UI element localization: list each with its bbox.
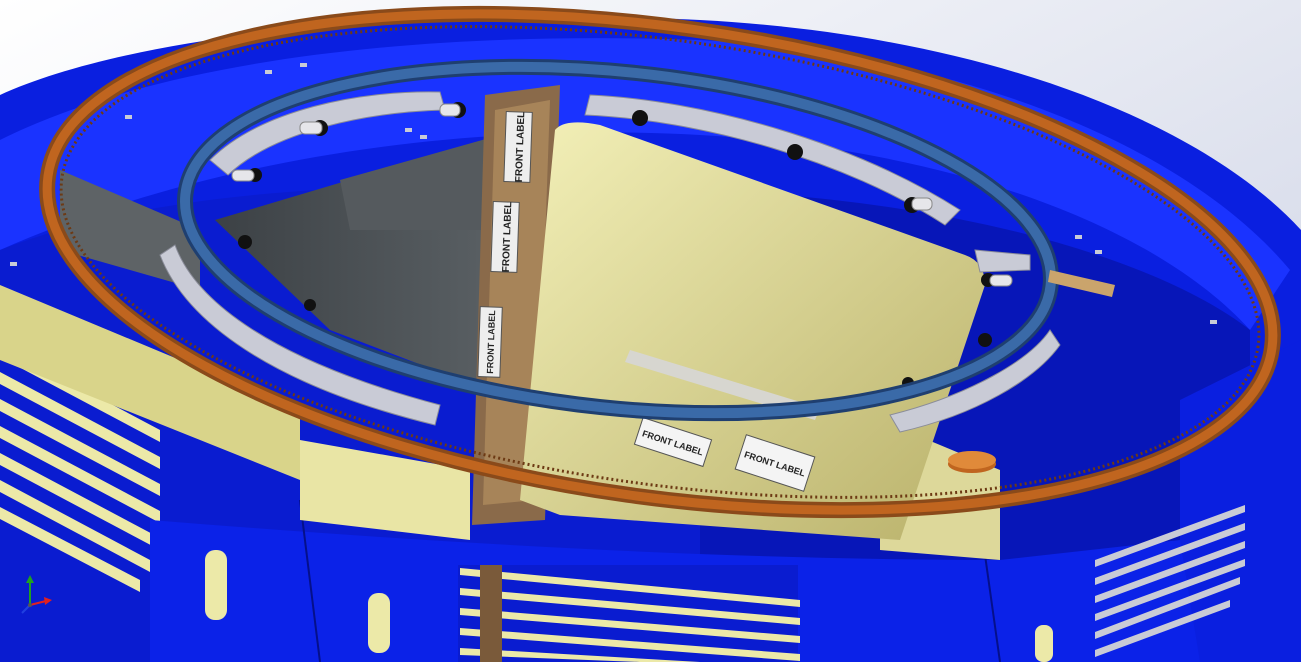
pinion-gear xyxy=(948,451,996,473)
axis-triad-icon[interactable] xyxy=(18,575,52,615)
center-vent-slots xyxy=(458,565,800,662)
cad-viewport[interactable]: FRONT LABEL FRONT LABEL FRONT LABEL FRON… xyxy=(0,0,1301,662)
cad-model-scene[interactable]: FRONT LABEL FRONT LABEL FRONT LABEL FRON… xyxy=(0,0,1301,662)
